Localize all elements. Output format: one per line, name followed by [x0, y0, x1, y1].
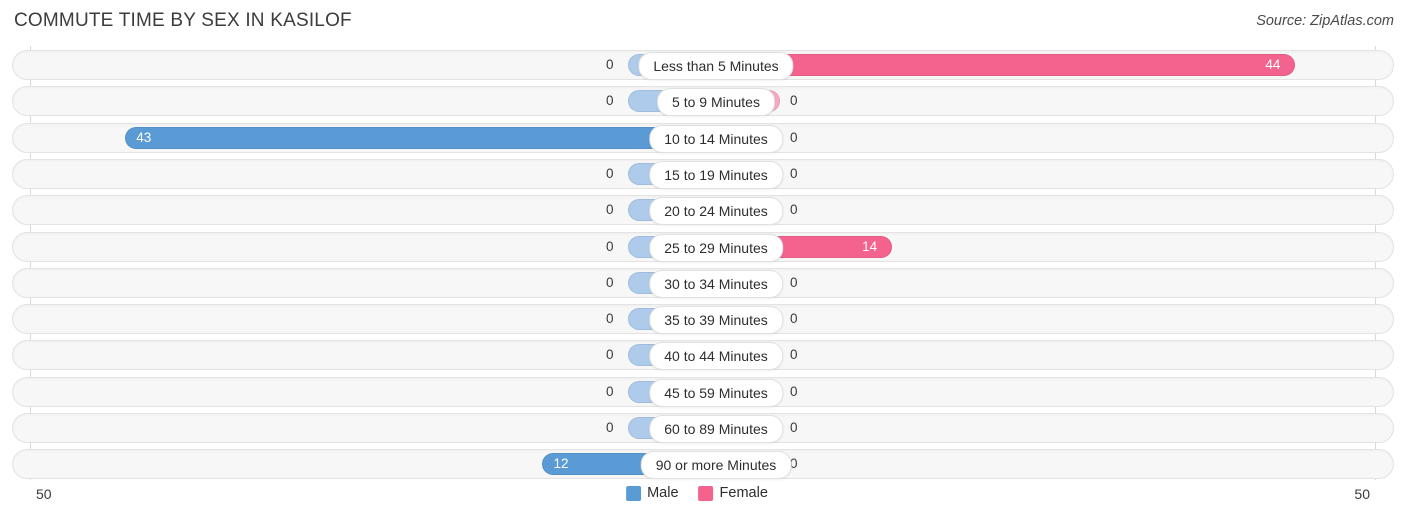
- category-label: 35 to 39 Minutes: [649, 306, 783, 335]
- chart-legend: Male Female: [626, 485, 780, 501]
- category-label: 40 to 44 Minutes: [649, 342, 783, 371]
- bar-value-female: 44: [1265, 57, 1281, 72]
- table-row[interactable]: 0 0 45 to 59 Minutes: [12, 376, 1394, 407]
- category-label: 90 or more Minutes: [640, 451, 792, 480]
- bar-value-female: 0: [790, 202, 798, 218]
- bar-value-male: 0: [606, 311, 614, 327]
- table-row[interactable]: 43 0 10 to 14 Minutes: [12, 122, 1394, 153]
- category-label: 20 to 24 Minutes: [649, 197, 783, 226]
- table-row[interactable]: 0 0 30 to 34 Minutes: [12, 267, 1394, 298]
- table-row[interactable]: 12 0 90 or more Minutes: [12, 449, 1394, 480]
- table-row[interactable]: 0 0 60 to 89 Minutes: [12, 413, 1394, 443]
- table-row[interactable]: 0 14 25 to 29 Minutes: [12, 231, 1394, 262]
- table-row[interactable]: 0 0 20 to 24 Minutes: [12, 195, 1394, 226]
- table-row[interactable]: 0 44 Less than 5 Minutes: [12, 50, 1394, 80]
- chart-header: COMMUTE TIME BY SEX IN KASILOF Source: Z…: [0, 0, 1406, 42]
- bar-value-male: 0: [606, 238, 614, 254]
- bar-value-female: 0: [790, 347, 798, 363]
- bar-value-female: 14: [862, 238, 878, 254]
- category-label: 25 to 29 Minutes: [649, 233, 783, 262]
- axis-tick-left: 50: [36, 486, 52, 502]
- table-row[interactable]: 0 0 15 to 19 Minutes: [12, 158, 1394, 189]
- legend-swatch-icon: [698, 485, 714, 501]
- category-label: 15 to 19 Minutes: [649, 160, 783, 189]
- category-label: 5 to 9 Minutes: [657, 88, 775, 117]
- category-label: 10 to 14 Minutes: [649, 124, 783, 153]
- category-label: 60 to 89 Minutes: [649, 415, 783, 443]
- chart-plot-area: 0 44 Less than 5 Minutes 0 0 5 to 9 Minutes 43…: [0, 46, 1406, 480]
- bar-value-female: 0: [790, 420, 798, 435]
- axis-tick-right: 50: [1354, 486, 1370, 502]
- bar-male[interactable]: [125, 126, 704, 149]
- bar-value-male: 0: [606, 57, 614, 72]
- bar-value-male: 12: [553, 456, 569, 472]
- bar-value-female: 0: [790, 274, 798, 290]
- bar-value-male: 0: [606, 202, 614, 218]
- bar-value-male: 0: [606, 274, 614, 290]
- category-label: 45 to 59 Minutes: [649, 378, 783, 407]
- bar-value-male: 0: [606, 93, 614, 109]
- bar-value-male: 0: [606, 420, 614, 435]
- bar-value-male: 43: [136, 129, 152, 145]
- legend-swatch-icon: [626, 485, 642, 501]
- legend-label: Male: [647, 485, 679, 501]
- bar-value-female: 0: [790, 383, 798, 399]
- bar-value-female: 0: [790, 129, 798, 145]
- bar-value-male: 0: [606, 383, 614, 399]
- legend-item-female[interactable]: Female: [698, 485, 768, 501]
- category-label: 30 to 34 Minutes: [649, 269, 783, 298]
- bar-value-male: 0: [606, 165, 614, 181]
- category-label: Less than 5 Minutes: [638, 52, 794, 80]
- bar-value-female: 0: [790, 165, 798, 181]
- bar-value-male: 0: [606, 347, 614, 363]
- bar-value-female: 0: [790, 93, 798, 109]
- table-row[interactable]: 0 0 35 to 39 Minutes: [12, 304, 1394, 335]
- table-row[interactable]: 0 0 40 to 44 Minutes: [12, 340, 1394, 371]
- chart-footer: 50 50 Male Female: [0, 482, 1406, 512]
- legend-item-male[interactable]: Male: [626, 485, 679, 501]
- bar-value-female: 0: [790, 311, 798, 327]
- source-attribution: Source: ZipAtlas.com: [1256, 13, 1394, 29]
- table-row[interactable]: 0 0 5 to 9 Minutes: [12, 86, 1394, 117]
- page-title: COMMUTE TIME BY SEX IN KASILOF: [14, 10, 352, 31]
- legend-label: Female: [719, 485, 768, 501]
